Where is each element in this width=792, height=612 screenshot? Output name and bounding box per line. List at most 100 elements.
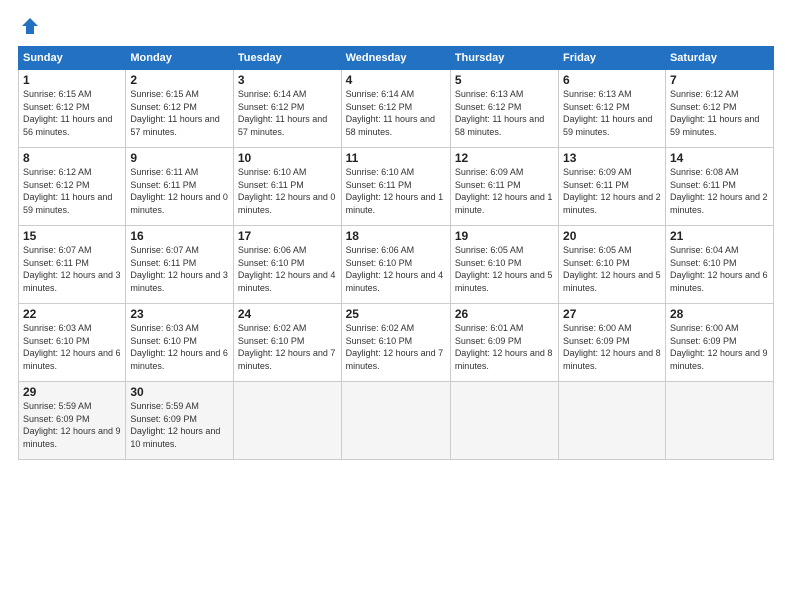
day-info: Sunrise: 6:07 AMSunset: 6:11 PMDaylight:… [130, 245, 228, 293]
day-info: Sunrise: 6:13 AMSunset: 6:12 PMDaylight:… [455, 89, 544, 137]
calendar-cell: 23 Sunrise: 6:03 AMSunset: 6:10 PMDaylig… [126, 304, 234, 382]
day-number: 15 [23, 229, 121, 243]
calendar-week-4: 22 Sunrise: 6:03 AMSunset: 6:10 PMDaylig… [19, 304, 774, 382]
calendar-cell: 20 Sunrise: 6:05 AMSunset: 6:10 PMDaylig… [559, 226, 666, 304]
calendar-cell: 8 Sunrise: 6:12 AMSunset: 6:12 PMDayligh… [19, 148, 126, 226]
calendar-cell: 29 Sunrise: 5:59 AMSunset: 6:09 PMDaylig… [19, 382, 126, 460]
day-number: 18 [346, 229, 446, 243]
logo [18, 16, 40, 36]
calendar-cell [665, 382, 773, 460]
day-info: Sunrise: 6:10 AMSunset: 6:11 PMDaylight:… [346, 167, 444, 215]
calendar-header-row: Sunday Monday Tuesday Wednesday Thursday… [19, 47, 774, 70]
calendar-cell: 21 Sunrise: 6:04 AMSunset: 6:10 PMDaylig… [665, 226, 773, 304]
calendar-cell: 7 Sunrise: 6:12 AMSunset: 6:12 PMDayligh… [665, 70, 773, 148]
calendar-cell: 17 Sunrise: 6:06 AMSunset: 6:10 PMDaylig… [233, 226, 341, 304]
day-info: Sunrise: 6:04 AMSunset: 6:10 PMDaylight:… [670, 245, 768, 293]
day-info: Sunrise: 6:15 AMSunset: 6:12 PMDaylight:… [130, 89, 219, 137]
calendar-cell: 18 Sunrise: 6:06 AMSunset: 6:10 PMDaylig… [341, 226, 450, 304]
day-number: 19 [455, 229, 554, 243]
col-sunday: Sunday [19, 47, 126, 70]
day-info: Sunrise: 5:59 AMSunset: 6:09 PMDaylight:… [23, 401, 121, 449]
calendar-cell [233, 382, 341, 460]
day-number: 24 [238, 307, 337, 321]
header [18, 16, 774, 36]
col-wednesday: Wednesday [341, 47, 450, 70]
day-number: 16 [130, 229, 229, 243]
day-number: 27 [563, 307, 661, 321]
calendar-cell: 28 Sunrise: 6:00 AMSunset: 6:09 PMDaylig… [665, 304, 773, 382]
day-info: Sunrise: 5:59 AMSunset: 6:09 PMDaylight:… [130, 401, 220, 449]
day-number: 30 [130, 385, 229, 399]
calendar-cell: 12 Sunrise: 6:09 AMSunset: 6:11 PMDaylig… [450, 148, 558, 226]
day-number: 6 [563, 73, 661, 87]
calendar-cell: 24 Sunrise: 6:02 AMSunset: 6:10 PMDaylig… [233, 304, 341, 382]
calendar-cell: 30 Sunrise: 5:59 AMSunset: 6:09 PMDaylig… [126, 382, 234, 460]
logo-icon [20, 16, 40, 36]
day-number: 12 [455, 151, 554, 165]
day-info: Sunrise: 6:06 AMSunset: 6:10 PMDaylight:… [238, 245, 336, 293]
day-info: Sunrise: 6:05 AMSunset: 6:10 PMDaylight:… [563, 245, 661, 293]
calendar-cell: 25 Sunrise: 6:02 AMSunset: 6:10 PMDaylig… [341, 304, 450, 382]
calendar-cell: 11 Sunrise: 6:10 AMSunset: 6:11 PMDaylig… [341, 148, 450, 226]
day-number: 29 [23, 385, 121, 399]
col-tuesday: Tuesday [233, 47, 341, 70]
calendar-cell: 19 Sunrise: 6:05 AMSunset: 6:10 PMDaylig… [450, 226, 558, 304]
day-number: 26 [455, 307, 554, 321]
day-info: Sunrise: 6:02 AMSunset: 6:10 PMDaylight:… [346, 323, 444, 371]
day-number: 2 [130, 73, 229, 87]
day-info: Sunrise: 6:05 AMSunset: 6:10 PMDaylight:… [455, 245, 553, 293]
calendar-cell: 14 Sunrise: 6:08 AMSunset: 6:11 PMDaylig… [665, 148, 773, 226]
day-info: Sunrise: 6:13 AMSunset: 6:12 PMDaylight:… [563, 89, 652, 137]
day-info: Sunrise: 6:08 AMSunset: 6:11 PMDaylight:… [670, 167, 768, 215]
calendar-cell: 26 Sunrise: 6:01 AMSunset: 6:09 PMDaylig… [450, 304, 558, 382]
calendar-cell: 4 Sunrise: 6:14 AMSunset: 6:12 PMDayligh… [341, 70, 450, 148]
day-number: 17 [238, 229, 337, 243]
day-info: Sunrise: 6:03 AMSunset: 6:10 PMDaylight:… [130, 323, 228, 371]
calendar-cell [559, 382, 666, 460]
calendar-cell: 27 Sunrise: 6:00 AMSunset: 6:09 PMDaylig… [559, 304, 666, 382]
col-thursday: Thursday [450, 47, 558, 70]
day-info: Sunrise: 6:10 AMSunset: 6:11 PMDaylight:… [238, 167, 336, 215]
col-saturday: Saturday [665, 47, 773, 70]
calendar-week-1: 1 Sunrise: 6:15 AMSunset: 6:12 PMDayligh… [19, 70, 774, 148]
day-number: 23 [130, 307, 229, 321]
day-number: 13 [563, 151, 661, 165]
day-number: 5 [455, 73, 554, 87]
calendar-week-3: 15 Sunrise: 6:07 AMSunset: 6:11 PMDaylig… [19, 226, 774, 304]
calendar-cell: 5 Sunrise: 6:13 AMSunset: 6:12 PMDayligh… [450, 70, 558, 148]
day-number: 21 [670, 229, 769, 243]
day-info: Sunrise: 6:00 AMSunset: 6:09 PMDaylight:… [670, 323, 768, 371]
day-number: 7 [670, 73, 769, 87]
day-info: Sunrise: 6:03 AMSunset: 6:10 PMDaylight:… [23, 323, 121, 371]
day-info: Sunrise: 6:06 AMSunset: 6:10 PMDaylight:… [346, 245, 444, 293]
calendar-cell: 3 Sunrise: 6:14 AMSunset: 6:12 PMDayligh… [233, 70, 341, 148]
day-info: Sunrise: 6:14 AMSunset: 6:12 PMDaylight:… [346, 89, 435, 137]
day-number: 20 [563, 229, 661, 243]
day-info: Sunrise: 6:07 AMSunset: 6:11 PMDaylight:… [23, 245, 121, 293]
calendar: Sunday Monday Tuesday Wednesday Thursday… [18, 46, 774, 460]
calendar-cell: 13 Sunrise: 6:09 AMSunset: 6:11 PMDaylig… [559, 148, 666, 226]
calendar-cell: 6 Sunrise: 6:13 AMSunset: 6:12 PMDayligh… [559, 70, 666, 148]
calendar-cell: 10 Sunrise: 6:10 AMSunset: 6:11 PMDaylig… [233, 148, 341, 226]
day-number: 1 [23, 73, 121, 87]
day-info: Sunrise: 6:11 AMSunset: 6:11 PMDaylight:… [130, 167, 228, 215]
calendar-cell [450, 382, 558, 460]
day-number: 8 [23, 151, 121, 165]
day-info: Sunrise: 6:02 AMSunset: 6:10 PMDaylight:… [238, 323, 336, 371]
calendar-cell: 2 Sunrise: 6:15 AMSunset: 6:12 PMDayligh… [126, 70, 234, 148]
day-number: 9 [130, 151, 229, 165]
calendar-cell: 16 Sunrise: 6:07 AMSunset: 6:11 PMDaylig… [126, 226, 234, 304]
col-friday: Friday [559, 47, 666, 70]
calendar-cell: 15 Sunrise: 6:07 AMSunset: 6:11 PMDaylig… [19, 226, 126, 304]
day-info: Sunrise: 6:01 AMSunset: 6:09 PMDaylight:… [455, 323, 553, 371]
day-info: Sunrise: 6:12 AMSunset: 6:12 PMDaylight:… [670, 89, 759, 137]
day-number: 4 [346, 73, 446, 87]
day-info: Sunrise: 6:14 AMSunset: 6:12 PMDaylight:… [238, 89, 327, 137]
calendar-cell: 1 Sunrise: 6:15 AMSunset: 6:12 PMDayligh… [19, 70, 126, 148]
calendar-week-2: 8 Sunrise: 6:12 AMSunset: 6:12 PMDayligh… [19, 148, 774, 226]
day-number: 11 [346, 151, 446, 165]
day-number: 28 [670, 307, 769, 321]
calendar-cell [341, 382, 450, 460]
day-number: 10 [238, 151, 337, 165]
day-info: Sunrise: 6:09 AMSunset: 6:11 PMDaylight:… [563, 167, 661, 215]
